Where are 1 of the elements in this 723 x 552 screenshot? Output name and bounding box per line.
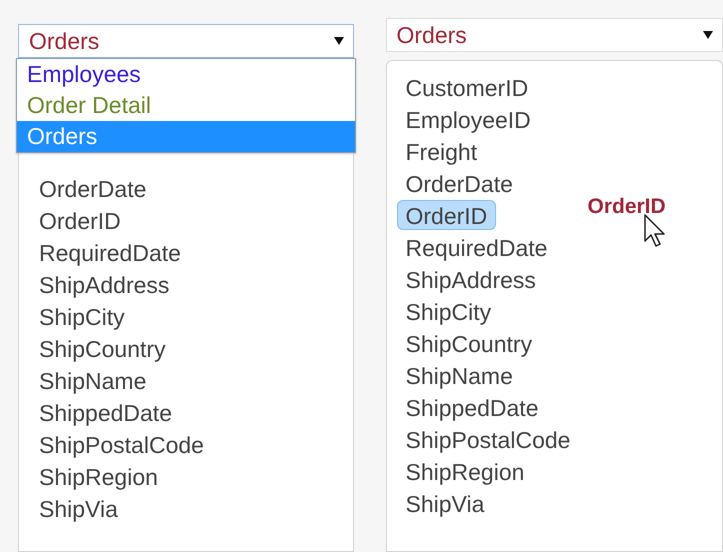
drag-label: OrderID	[588, 195, 666, 219]
